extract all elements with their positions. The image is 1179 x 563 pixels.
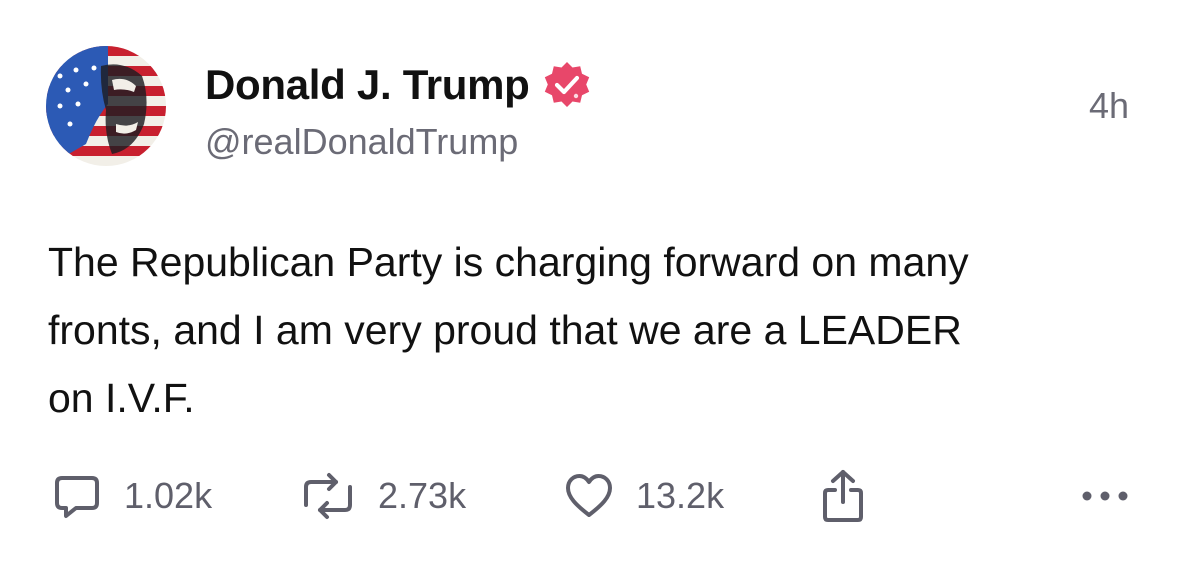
comment-icon <box>55 476 99 518</box>
like-button[interactable]: 13.2k <box>564 468 724 524</box>
post-actions-bar: 1.02k 2.73k 13.2k <box>48 468 1131 524</box>
post-body-text: The Republican Party is charging forward… <box>48 239 969 421</box>
more-options-button[interactable] <box>1079 468 1131 524</box>
author-avatar[interactable] <box>46 46 166 166</box>
verified-badge-icon <box>542 60 592 110</box>
share-button[interactable] <box>820 468 866 524</box>
post-timestamp[interactable]: 4h <box>1089 85 1129 127</box>
more-icon <box>1082 491 1128 501</box>
author-name-row: Donald J. Trump <box>205 55 592 115</box>
reply-count: 1.02k <box>124 475 213 516</box>
post-card[interactable]: Donald J. Trump @realDonaldTrump 4h The … <box>0 0 1179 563</box>
share-icon <box>823 470 863 522</box>
reply-button[interactable]: 1.02k <box>52 468 212 524</box>
avatar-image <box>46 46 166 166</box>
repost-count: 2.73k <box>378 475 467 516</box>
repost-icon <box>304 473 352 519</box>
author-display-name[interactable]: Donald J. Trump <box>205 61 530 109</box>
repost-button[interactable]: 2.73k <box>300 468 466 524</box>
author-handle[interactable]: @realDonaldTrump <box>205 121 518 163</box>
heart-icon <box>566 474 612 517</box>
like-count: 13.2k <box>636 475 725 516</box>
